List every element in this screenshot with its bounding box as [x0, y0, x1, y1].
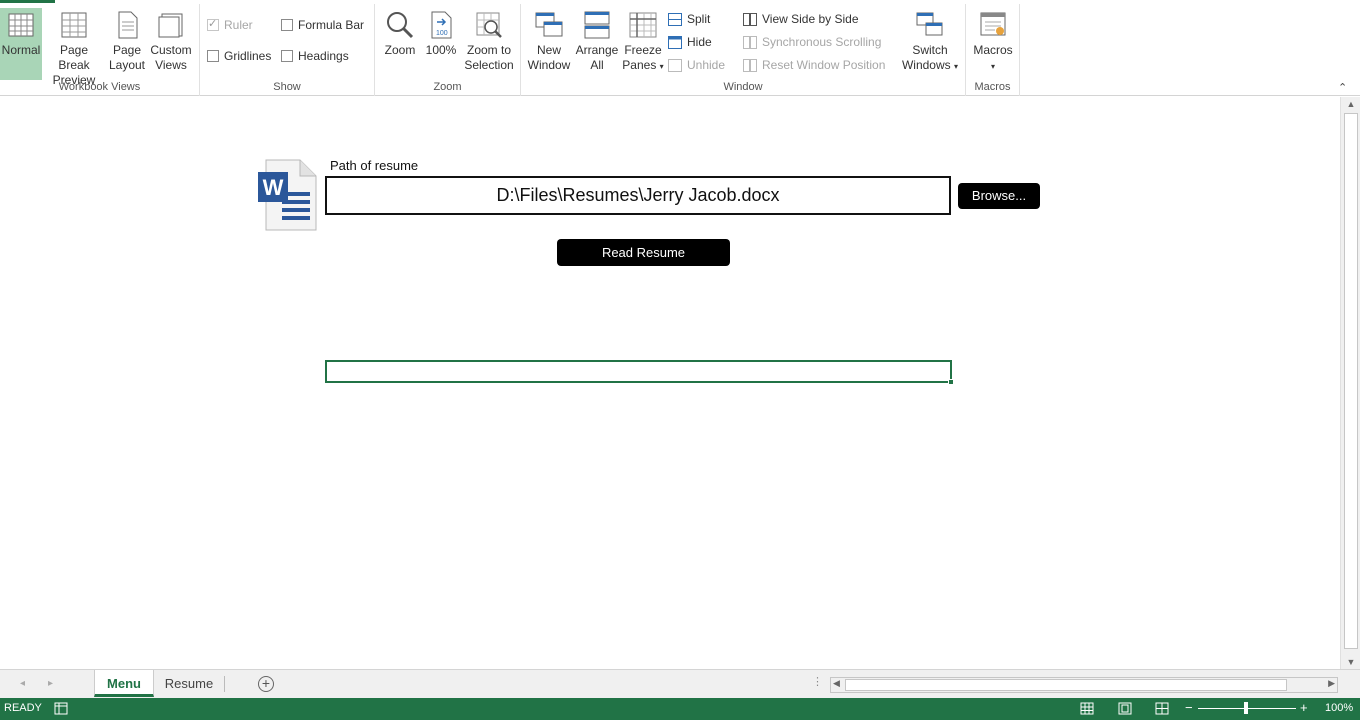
switch-dropdown-icon: ▾	[954, 62, 959, 71]
group-show: Ruler Formula Bar Gridlines Headings Sho…	[200, 4, 375, 96]
page-layout-status-icon[interactable]	[1118, 702, 1132, 715]
gridlines-checkbox[interactable]: Gridlines	[207, 47, 271, 65]
page-layout-icon	[118, 11, 138, 39]
zoom-100-icon: 100	[431, 11, 452, 39]
freeze-dropdown-icon: ▾	[659, 62, 664, 71]
headings-check-icon	[281, 50, 293, 62]
freeze-panes-button[interactable]: Freeze Panes ▾	[622, 8, 664, 80]
new-window-icon	[535, 12, 563, 37]
switch-windows-button[interactable]: Switch Windows ▾	[898, 8, 962, 80]
gridlines-check-icon	[207, 50, 219, 62]
path-of-resume-label: Path of resume	[330, 158, 419, 173]
zoom-to-selection-button[interactable]: Zoom to Selection	[461, 8, 517, 80]
vertical-scrollbar[interactable]: ▲ ▼	[1340, 97, 1360, 669]
macros-icon	[980, 12, 1006, 36]
page-layout-button[interactable]: Page Layout	[106, 8, 148, 80]
ruler-check-icon	[207, 17, 219, 31]
zoom-slider-thumb[interactable]	[1244, 702, 1248, 714]
headings-checkbox[interactable]: Headings	[281, 47, 349, 65]
reset-position-icon	[743, 58, 757, 72]
svg-text:100: 100	[436, 30, 448, 37]
page-break-status-icon[interactable]	[1155, 702, 1169, 715]
group-zoom: Zoom 100 100% Zoom to Selection Zoom	[375, 4, 521, 96]
group-label-workbook-views: Workbook Views	[58, 81, 141, 93]
scroll-left-icon[interactable]: ◀	[833, 678, 840, 689]
normal-view-button[interactable]: Normal	[0, 8, 42, 80]
arrange-all-button[interactable]: Arrange All	[574, 8, 620, 80]
side-by-side-icon	[743, 12, 757, 26]
resume-path-field[interactable]: D:\Files\Resumes\Jerry Jacob.docx	[325, 176, 951, 215]
group-label-macros: Macros	[974, 81, 1011, 93]
sheet-tab-menu[interactable]: Menu	[94, 670, 154, 697]
freeze-panes-icon	[629, 12, 657, 38]
view-side-by-side-button[interactable]: View Side by Side	[743, 10, 859, 28]
horizontal-scroll-thumb[interactable]	[845, 679, 1287, 691]
unhide-icon	[668, 58, 682, 72]
split-button[interactable]: Split	[668, 10, 710, 28]
normal-view-status-icon[interactable]	[1080, 702, 1094, 715]
group-label-zoom: Zoom	[433, 81, 462, 93]
status-bar: READY − + 100%	[0, 698, 1360, 720]
hide-button[interactable]: Hide	[668, 33, 712, 51]
selected-cell[interactable]	[325, 360, 952, 383]
normal-view-icon	[8, 13, 34, 37]
tab-separator	[224, 676, 225, 692]
ruler-checkbox[interactable]: Ruler	[207, 16, 253, 34]
zoom-100-button[interactable]: 100 100%	[423, 8, 459, 80]
switch-windows-icon	[916, 12, 943, 36]
new-sheet-icon[interactable]: +	[258, 676, 274, 692]
macro-record-icon[interactable]	[54, 702, 68, 715]
tab-scroll-left-icon[interactable]: ◂	[20, 678, 25, 689]
tab-scroll-right-icon[interactable]: ▸	[48, 678, 53, 689]
custom-views-icon	[158, 13, 183, 38]
hide-icon	[668, 35, 682, 49]
fill-handle[interactable]	[948, 379, 954, 385]
formula-bar-check-icon	[281, 19, 293, 31]
formula-bar-checkbox[interactable]: Formula Bar	[281, 16, 364, 34]
group-label-show: Show	[273, 81, 301, 93]
reset-window-position-button[interactable]: Reset Window Position	[743, 56, 885, 74]
split-icon	[668, 12, 682, 26]
sheet-tab-resume[interactable]: Resume	[156, 670, 222, 697]
sync-scroll-icon	[743, 35, 757, 49]
svg-text:W: W	[263, 175, 284, 200]
magnifier-icon	[387, 12, 414, 39]
tab-splitter-handle[interactable]: ⋮	[812, 675, 823, 688]
word-document-icon[interactable]: W	[258, 158, 318, 232]
scroll-up-icon[interactable]: ▲	[1341, 99, 1360, 109]
page-break-preview-button[interactable]: Page Break Preview	[44, 8, 104, 87]
zoom-out-icon[interactable]: −	[1185, 700, 1193, 715]
group-workbook-views: Normal Page Break Preview Page Layout Cu…	[0, 4, 200, 96]
zoom-in-icon[interactable]: +	[1300, 700, 1308, 715]
browse-button[interactable]: Browse...	[958, 183, 1040, 209]
zoom-percent[interactable]: 100%	[1325, 702, 1353, 714]
unhide-button[interactable]: Unhide	[668, 56, 725, 74]
group-macros: Macros ▾ Macros	[966, 4, 1020, 96]
collapse-ribbon-icon[interactable]: ⌃	[1338, 81, 1347, 94]
ribbon: Normal Page Break Preview Page Layout Cu…	[0, 0, 1360, 96]
macros-dropdown-icon: ▾	[990, 62, 995, 71]
active-tab-indicator	[0, 0, 55, 3]
zoom-button[interactable]: Zoom	[380, 8, 420, 80]
macros-button[interactable]: Macros ▾	[970, 8, 1016, 80]
new-window-button[interactable]: New Window	[525, 8, 573, 80]
page-break-icon	[61, 12, 87, 38]
sheet-tab-bar: ◂ ▸ Menu Resume + ⋮ ◀ ▶	[0, 669, 1360, 698]
arrange-all-icon	[584, 11, 610, 39]
status-text: READY	[4, 702, 42, 714]
horizontal-scrollbar[interactable]: ◀ ▶	[830, 677, 1338, 693]
zoom-selection-icon	[476, 12, 502, 38]
custom-views-button[interactable]: Custom Views	[148, 8, 194, 80]
group-label-window: Window	[723, 81, 763, 93]
synchronous-scrolling-button[interactable]: Synchronous Scrolling	[743, 33, 881, 51]
scroll-down-icon[interactable]: ▼	[1341, 657, 1360, 667]
read-resume-button[interactable]: Read Resume	[557, 239, 730, 266]
scroll-right-icon[interactable]: ▶	[1328, 678, 1335, 689]
vertical-scroll-thumb[interactable]	[1344, 113, 1358, 649]
group-window: New Window Arrange All Freeze Panes ▾ Sp…	[521, 4, 966, 96]
